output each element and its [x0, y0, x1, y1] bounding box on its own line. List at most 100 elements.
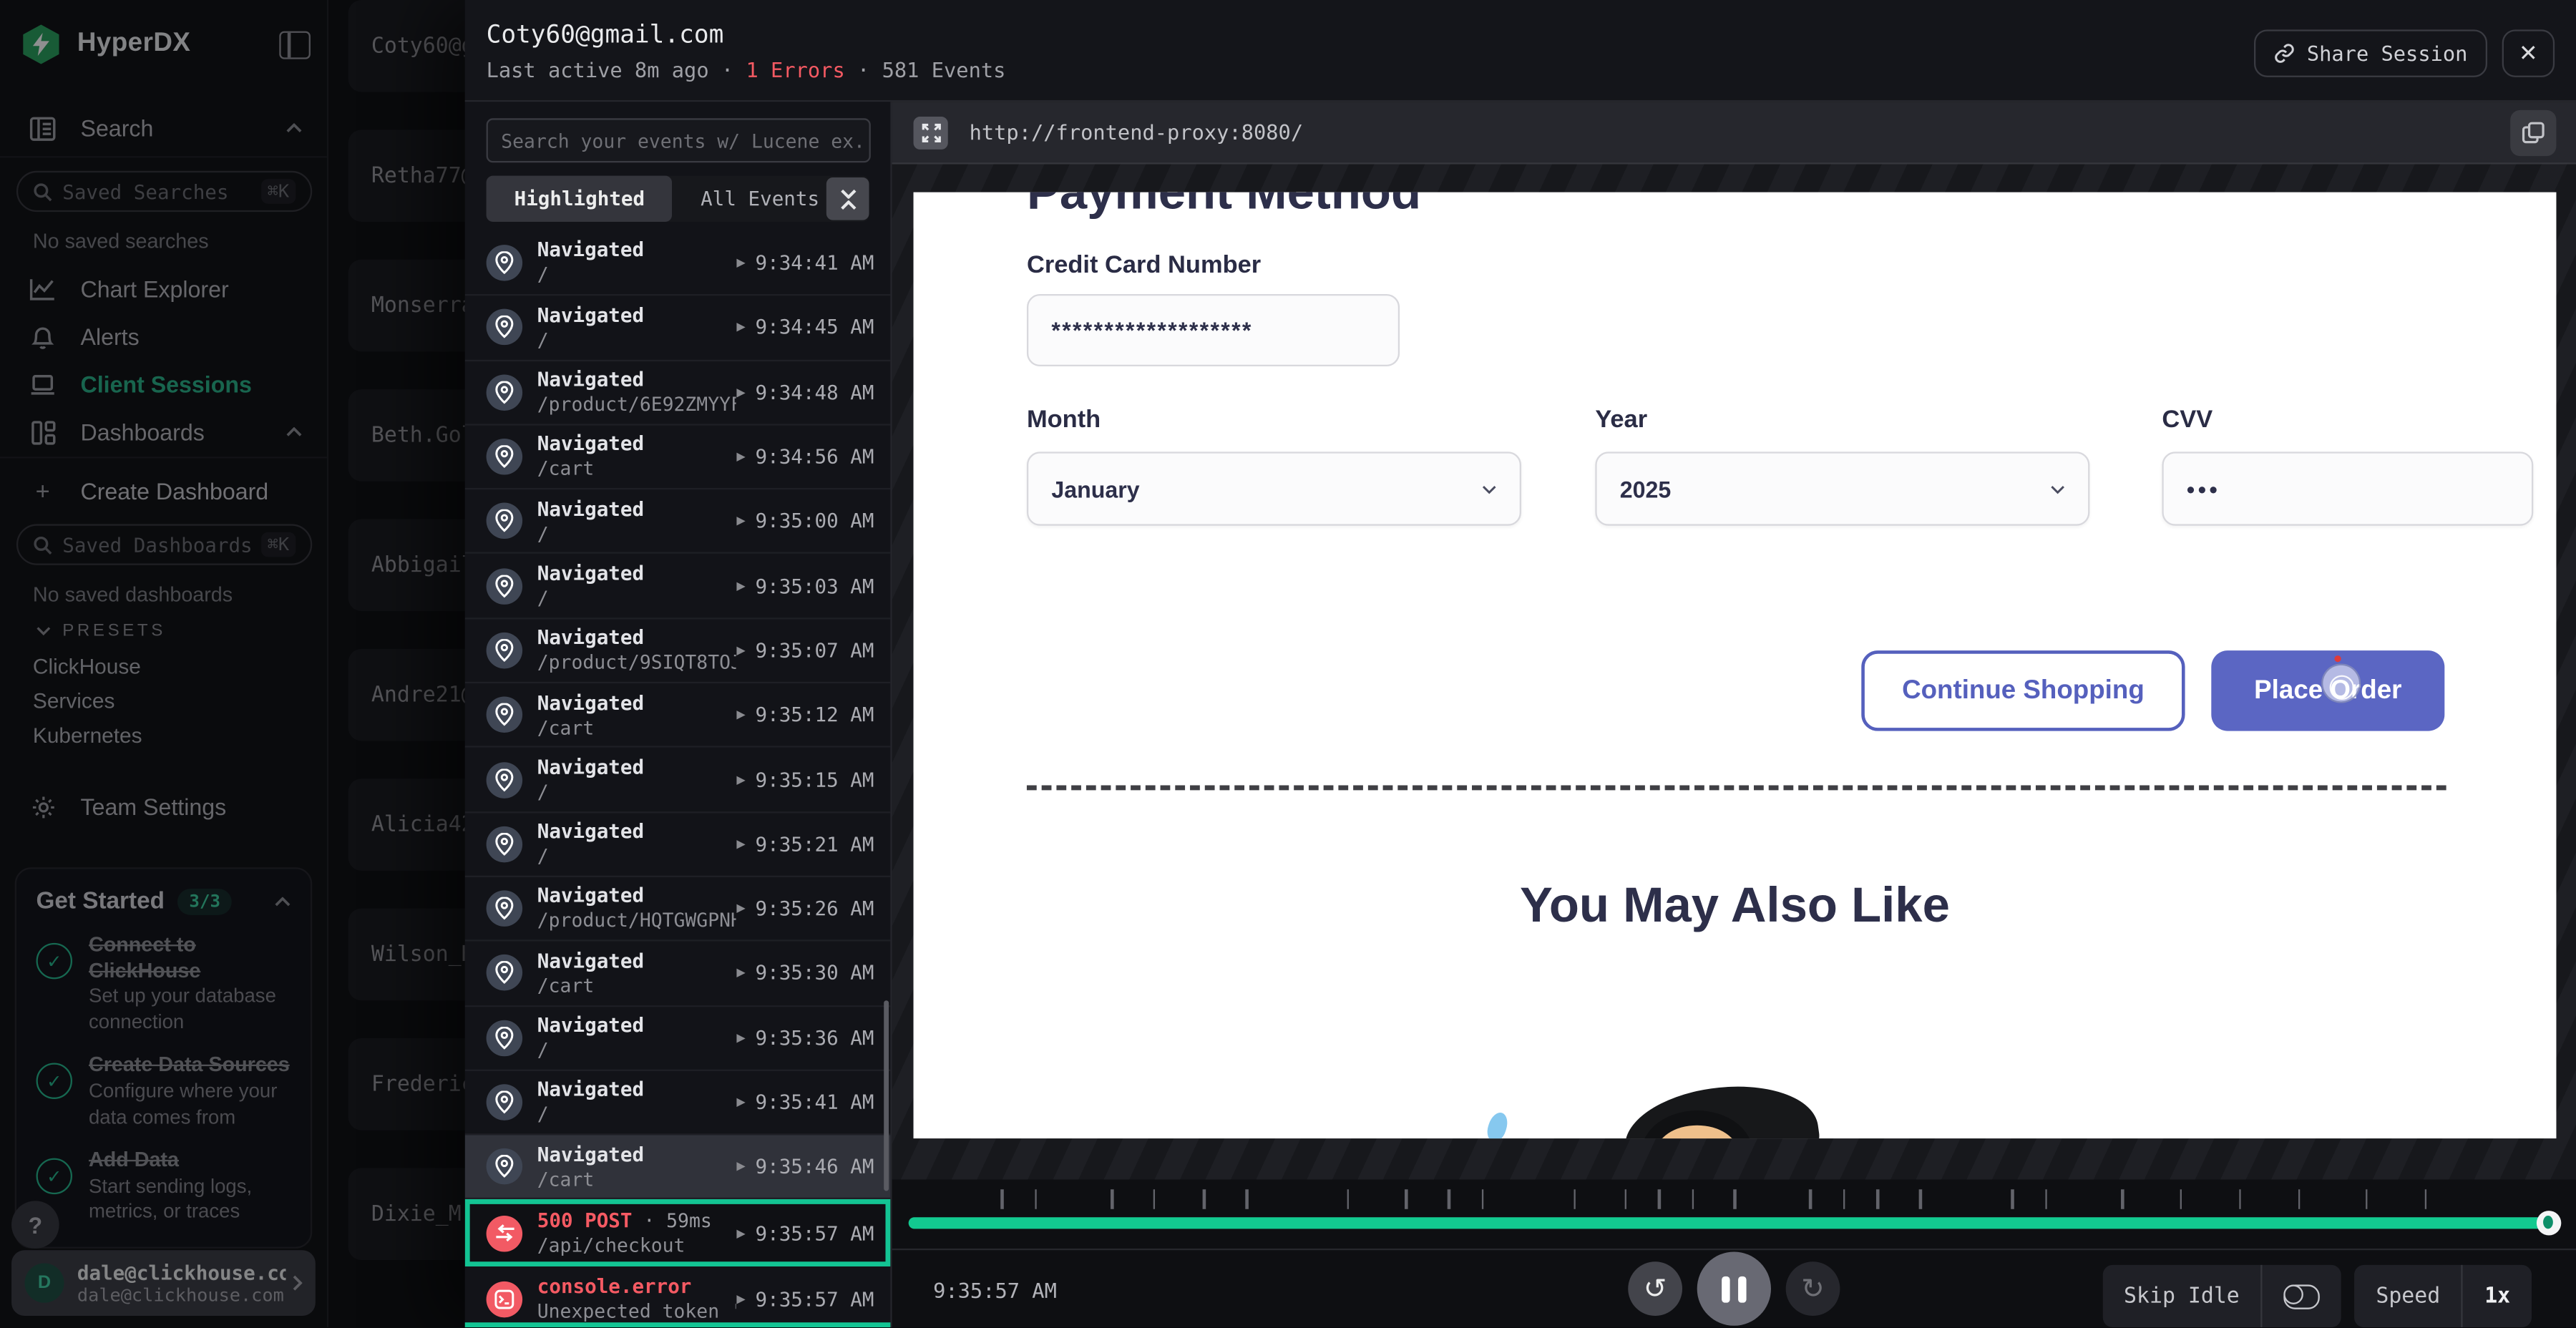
- timeline-tick: [1035, 1189, 1037, 1209]
- play-icon[interactable]: ▶: [736, 644, 745, 657]
- pause-icon: [1722, 1276, 1729, 1302]
- scrollbar-thumb[interactable]: [884, 1000, 889, 1191]
- play-icon[interactable]: ▶: [736, 386, 745, 399]
- saved-searches-input[interactable]: Saved Searches ⌘K: [16, 171, 312, 212]
- event-row[interactable]: Navigated/▶9:35:00 AM: [465, 490, 891, 555]
- sidebar-item-label: Dashboards: [80, 419, 204, 445]
- event-path: /: [537, 586, 737, 610]
- get-started-item[interactable]: ✓Add DataStart sending logs, metrics, or…: [36, 1148, 291, 1225]
- play-icon[interactable]: ▶: [736, 514, 745, 527]
- session-list-item[interactable]: Beth.Gol: [348, 389, 465, 482]
- rewind-button[interactable]: ↺: [1628, 1261, 1682, 1316]
- event-row[interactable]: Navigated/▶9:35:21 AM: [465, 813, 891, 877]
- tab-all-events[interactable]: All Events: [673, 176, 847, 222]
- event-timestamp: ▶9:34:56 AM: [736, 445, 890, 468]
- session-list-item[interactable]: Coty60@g: [348, 0, 465, 92]
- play-icon[interactable]: ▶: [736, 450, 745, 463]
- close-icon: ✕: [2519, 39, 2538, 67]
- play-icon[interactable]: ▶: [736, 967, 745, 980]
- play-icon[interactable]: ▶: [736, 1292, 745, 1305]
- session-list-item[interactable]: Abbigail: [348, 519, 465, 612]
- event-row[interactable]: Navigated/product/6E92ZMYYFZ▶9:34:48 AM: [465, 361, 891, 425]
- preset-link-clickhouse[interactable]: ClickHouse: [33, 654, 141, 678]
- play-icon[interactable]: ▶: [736, 1161, 745, 1173]
- session-list-item[interactable]: Alicia42: [348, 778, 465, 871]
- chevron-up-icon: [286, 427, 302, 437]
- session-list-item[interactable]: Frederic: [348, 1038, 465, 1131]
- event-timestamp: ▶9:35:00 AM: [736, 509, 890, 532]
- get-started-item[interactable]: ✓Create Data SourcesConfigure where your…: [36, 1054, 291, 1131]
- skip-idle-toggle[interactable]: Skip Idle: [2102, 1265, 2341, 1327]
- event-row[interactable]: Navigated/▶9:34:45 AM: [465, 296, 891, 361]
- search-icon: [33, 182, 53, 202]
- sidebar-item-team-settings[interactable]: Team Settings: [0, 785, 328, 828]
- expand-icon[interactable]: [914, 117, 948, 150]
- collapse-sidebar-icon[interactable]: [279, 30, 311, 58]
- sidebar-item-client-sessions[interactable]: Client Sessions: [0, 363, 328, 406]
- sidebar-item-label: Search: [80, 115, 153, 142]
- user-menu[interactable]: D dale@clickhouse.com dale@clickhouse.co…: [11, 1250, 316, 1316]
- event-row-error[interactable]: console.errorUnexpected token 'I'…▶9:35:…: [465, 1267, 891, 1327]
- play-icon[interactable]: ▶: [736, 902, 745, 915]
- presets-header[interactable]: PRESETS: [36, 621, 166, 641]
- play-icon[interactable]: ▶: [736, 773, 745, 786]
- close-button[interactable]: ✕: [2502, 29, 2555, 77]
- sidebar-item-alerts[interactable]: Alerts: [0, 316, 328, 358]
- play-icon[interactable]: ▶: [736, 1227, 745, 1240]
- skip-idle-label: Skip Idle: [2102, 1265, 2260, 1327]
- help-button[interactable]: ?: [11, 1201, 59, 1249]
- session-list-item[interactable]: Wilson_H: [348, 909, 465, 1001]
- play-icon[interactable]: ▶: [736, 580, 745, 592]
- event-row[interactable]: Navigated/▶9:35:03 AM: [465, 555, 891, 619]
- event-row[interactable]: Navigated/cart▶9:34:56 AM: [465, 425, 891, 489]
- copy-icon[interactable]: [2510, 110, 2556, 156]
- event-row[interactable]: Navigated/▶9:35:15 AM: [465, 748, 891, 813]
- event-row[interactable]: Navigated/cart▶9:35:46 AM: [465, 1136, 891, 1200]
- event-row[interactable]: Navigated/cart▶9:35:30 AM: [465, 942, 891, 1006]
- timeline-track[interactable]: [909, 1217, 2560, 1229]
- event-row[interactable]: Navigated/▶9:34:41 AM: [465, 232, 891, 296]
- play-icon[interactable]: ▶: [736, 321, 745, 334]
- event-title: Navigated: [537, 368, 737, 392]
- event-row[interactable]: Navigated/▶9:35:41 AM: [465, 1071, 891, 1136]
- create-dashboard-button[interactable]: + Create Dashboard: [0, 470, 328, 513]
- product-image-partial: [1484, 1110, 1511, 1138]
- event-row[interactable]: Navigated/cart▶9:35:12 AM: [465, 683, 891, 748]
- session-list-item[interactable]: Dixie_M: [348, 1168, 465, 1260]
- session-list-item[interactable]: Monserra: [348, 260, 465, 352]
- event-row-error[interactable]: 500 POST · 59ms/api/checkout▶9:35:57 AM: [465, 1200, 891, 1267]
- event-title: Navigated: [537, 303, 737, 328]
- play-icon[interactable]: ▶: [736, 837, 745, 850]
- session-list-item[interactable]: Andre21@: [348, 649, 465, 741]
- location-pin-icon: [487, 503, 523, 540]
- play-icon[interactable]: ▶: [736, 708, 745, 721]
- replay-timeline[interactable]: [892, 1179, 2576, 1248]
- play-icon[interactable]: ▶: [736, 256, 745, 269]
- sidebar-item-search[interactable]: Search: [0, 107, 328, 150]
- sidebar-item-dashboards[interactable]: Dashboards: [0, 411, 328, 454]
- timeline-tick: [1245, 1189, 1247, 1209]
- sidebar-item-chart-explorer[interactable]: Chart Explorer: [0, 268, 328, 311]
- get-started-item[interactable]: ✓Connect to ClickHouseSet up your databa…: [36, 933, 291, 1035]
- event-list: Navigated/▶9:34:41 AMNavigated/▶9:34:45 …: [465, 232, 891, 1327]
- forward-button[interactable]: ↻: [1786, 1261, 1840, 1316]
- event-title: Navigated: [537, 1143, 737, 1167]
- events-search-input[interactable]: Search your events w/ Lucene ex. colum: [487, 118, 871, 162]
- speed-control[interactable]: Speed 1x: [2355, 1265, 2532, 1327]
- session-list-item[interactable]: Retha77@: [348, 130, 465, 222]
- tab-highlighted[interactable]: Highlighted: [487, 176, 673, 222]
- pause-button[interactable]: [1697, 1251, 1771, 1325]
- collapse-events-button[interactable]: [826, 177, 869, 220]
- play-icon[interactable]: ▶: [736, 1095, 745, 1108]
- event-path: /: [537, 1103, 737, 1126]
- share-session-button[interactable]: Share Session: [2254, 29, 2487, 77]
- event-row[interactable]: Navigated/▶9:35:36 AM: [465, 1006, 891, 1070]
- preset-link-kubernetes[interactable]: Kubernetes: [33, 723, 142, 747]
- saved-dashboards-input[interactable]: Saved Dashboards ⌘K: [16, 524, 312, 565]
- event-row[interactable]: Navigated/product/HQTGWGPNH4▶9:35:26 AM: [465, 877, 891, 942]
- event-row[interactable]: Navigated/product/9SIQT8TOJO▶9:35:07 AM: [465, 619, 891, 683]
- timeline-playhead[interactable]: [2537, 1211, 2561, 1235]
- preset-link-services[interactable]: Services: [33, 688, 114, 713]
- play-icon[interactable]: ▶: [736, 1031, 745, 1044]
- chevron-up-icon[interactable]: [274, 897, 291, 907]
